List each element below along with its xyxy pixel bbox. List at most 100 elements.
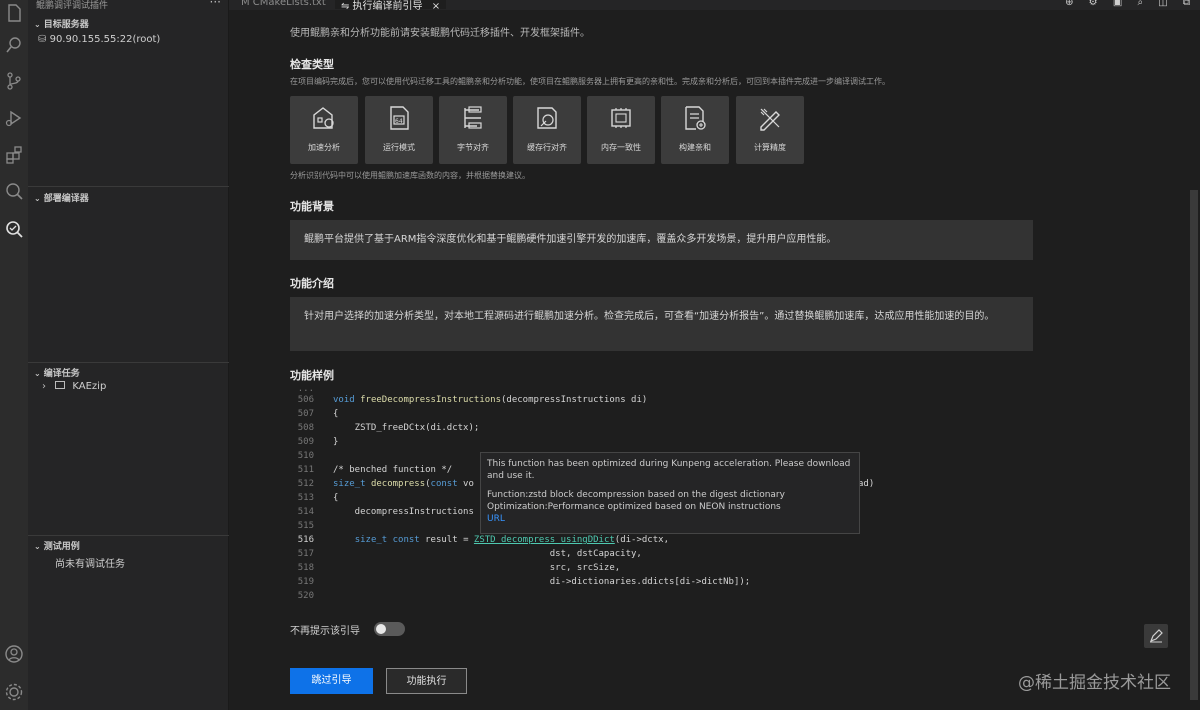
kunpeng-debug-icon[interactable] [3,218,25,240]
compile-task-item[interactable]: › KAEzip [42,381,106,392]
line-number: 515 [297,521,314,531]
chevron-down-icon: ⌄ [34,542,41,551]
line-number: 509 [297,437,314,447]
chevron-down-icon: ⌄ [34,369,41,378]
pencil-ruler-icon [756,104,784,132]
line-number: 514 [297,507,314,517]
intro-title: 功能介绍 [290,277,334,290]
line-number: 518 [297,563,314,573]
scrollbar-thumb[interactable] [1190,190,1198,700]
code-ellipsis: ... [297,384,314,394]
card-label: 加速分析 [308,143,340,152]
task-icon [55,381,66,389]
section-test-cases[interactable]: ⌄ 测试用例 [28,539,229,552]
settings-gear-icon[interactable] [3,681,25,703]
account-icon[interactable] [3,643,25,665]
edit-icon[interactable] [1144,624,1168,648]
more-actions-icon[interactable]: ··· [210,0,221,9]
code-line: { [333,409,339,419]
card-calc-precision[interactable]: 计算精度 [736,96,804,164]
extensions-icon[interactable] [3,144,25,166]
source-control-icon[interactable] [3,70,25,92]
card-run-mode[interactable]: 64 运行模式 [365,96,433,164]
tooltip-line-2: Function:zstd block decompression based … [487,490,785,500]
code-line: void freeDecompressInstructions(decompre… [333,395,648,405]
code-line: ZSTD_freeDCtx(di.dctx); [333,423,480,433]
tab-guide[interactable]: ⇋ 执行编译前引导 × [335,0,447,12]
section-compile-task[interactable]: ⌄ 编译任务 [28,366,229,379]
skip-guide-button[interactable]: 跳过引导 [290,668,373,694]
align-list-icon [459,104,487,132]
code-line: size_t const result = ZSTD_decompress_us… [354,535,669,545]
chevron-down-icon: ⌄ [34,194,41,203]
code-line: di->dictionaries.ddicts[di->dictNb]); [333,577,751,587]
check-type-title: 检查类型 [290,58,334,71]
cards-note: 分析识别代码中可以使用鲲鹏加速库函数的内容，并根据替换建议。 [290,171,530,180]
hover-tooltip: This function has been optimized during … [480,452,860,534]
sidebar-title-text: 鲲鹏调评调试插件 [36,1,109,11]
section-target-server[interactable]: ⌄ 目标服务器 [28,17,229,30]
card-label: 计算精度 [754,143,786,152]
server-item[interactable]: ⛁ 90.90.155.55:22(root) [38,34,160,45]
code-line-tail: ad) [858,479,875,489]
tooltip-line-3: Optimization:Performance optimized based… [487,502,781,512]
card-build-affinity[interactable]: 构建亲和 [661,96,729,164]
line-number: 511 [297,465,314,475]
tooltip-url-link[interactable]: URL [487,513,853,525]
section-deploy-compiler-label: 部署编译器 [43,194,89,204]
document-64-icon: 64 [385,104,413,132]
card-acceleration-analysis[interactable]: 加速分析 [290,96,358,164]
background-title: 功能背景 [290,200,334,213]
watermark: @稀土掘金技术社区 [1018,673,1171,693]
compile-task-label: KAEzip [72,381,107,392]
editor-actions[interactable]: ⊕ ⚙ ▣ ⌕ ◫ ⧉ [1065,0,1196,8]
card-memory-consistency[interactable]: 内存一致性 [587,96,655,164]
tab-bar: M CMakeLists.txt ⇋ 执行编译前引导 × ⊕ ⚙ ▣ ⌕ ◫ ⧉ [229,0,1200,12]
code-line: size_t decompress(const vo [333,479,474,489]
card-cacheline-alignment[interactable]: 缓存行对齐 [513,96,581,164]
tab-cmakelists[interactable]: M CMakeLists.txt [235,0,332,9]
section-test-cases-label: 测试用例 [43,542,80,552]
code-line: { [333,493,339,503]
chevron-down-icon: ⌄ [34,20,41,29]
doc-add-icon [681,104,709,132]
test-empty-message: 尚未有调试任务 [55,559,125,570]
check-type-description: 在项目编码完成后，您可以使用代码迁移工具的鲲鹏亲和分析功能，使项目在鲲鹏服务器上… [290,77,890,86]
line-number: 510 [297,451,314,461]
server-icon: ⛁ [38,34,47,45]
intro-box: 针对用户选择的加速分析类型，对本地工程源码进行鲲鹏加速分析。检查完成后，可查看“… [290,297,1033,351]
line-number: 517 [297,549,314,559]
sidebar-title: 鲲鹏调评调试插件 ··· [36,0,221,11]
run-debug-icon[interactable] [3,107,25,129]
dont-show-toggle[interactable] [374,622,405,636]
card-label: 运行模式 [383,143,415,152]
example-title: 功能样例 [290,369,334,382]
line-number: 508 [297,423,314,433]
svg-text:64: 64 [395,118,403,125]
code-line: src, srcSize, [333,563,621,573]
sidebar: 鲲鹏调评调试插件 ··· ⌄ 目标服务器 ⛁ 90.90.155.55:22(ro… [28,0,229,710]
card-label: 字节对齐 [457,143,489,152]
line-number: 519 [297,577,314,587]
background-text: 鲲鹏平台提供了基于ARM指令深度优化和基于鲲鹏硬件加速引擎开发的加速库，覆盖众多… [304,234,837,245]
run-function-button[interactable]: 功能执行 [386,668,467,694]
background-box: 鲲鹏平台提供了基于ARM指令深度优化和基于鲲鹏硬件加速引擎开发的加速库，覆盖众多… [290,220,1033,260]
section-compile-task-label: 编译任务 [43,369,80,379]
explorer-icon[interactable] [3,2,25,24]
line-number: 520 [297,591,314,601]
memory-icon [607,104,635,132]
line-number: 516 [297,535,314,545]
chevron-right-icon: › [42,381,46,392]
activity-bar [0,0,28,710]
line-number: 513 [297,493,314,503]
server-item-label: 90.90.155.55:22(root) [49,34,161,45]
code-line: decompressInstructions [333,507,474,517]
section-deploy-compiler[interactable]: ⌄ 部署编译器 [28,191,229,204]
line-number: 507 [297,409,314,419]
toggle-knob [376,624,386,634]
card-byte-alignment[interactable]: 字节对齐 [439,96,507,164]
card-label: 内存一致性 [601,143,641,152]
search-icon[interactable] [3,34,25,56]
code-comment: /* benched function */ [333,465,453,475]
kunpeng-porting-icon[interactable] [3,180,25,202]
